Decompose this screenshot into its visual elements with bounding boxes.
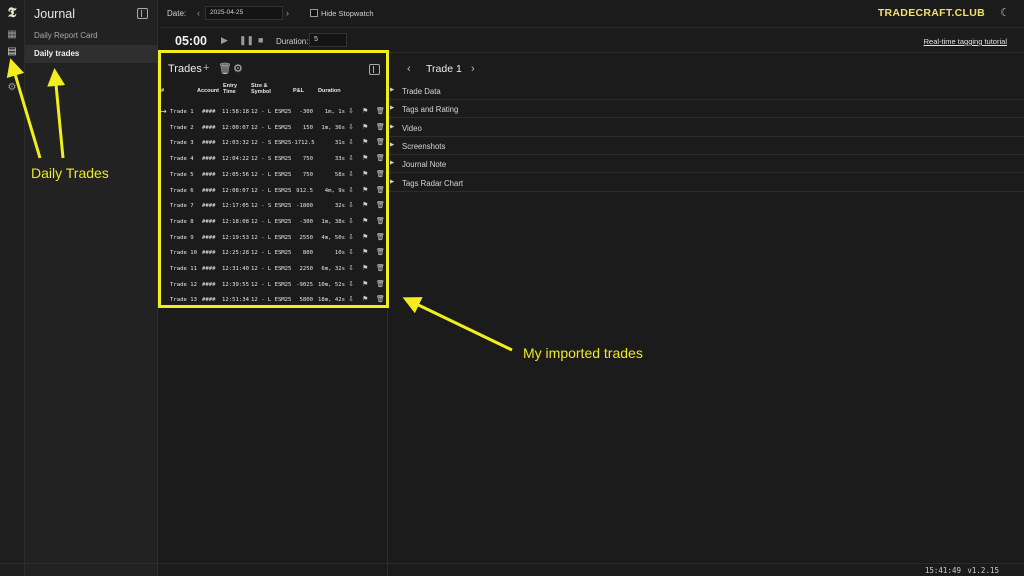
section-tags-and-rating[interactable]: ▶ Tags and Rating: [389, 100, 1024, 119]
logo-icon[interactable]: 𝕿: [4, 5, 20, 21]
date-input[interactable]: 2025-04-25: [205, 6, 283, 20]
duration-label: Duration:: [276, 37, 309, 46]
settings-icon[interactable]: ⚙: [5, 81, 19, 95]
stop-icon[interactable]: ■: [258, 35, 263, 45]
section-screenshots[interactable]: ▶ Screenshots: [389, 137, 1024, 155]
chevron-right-icon: ▶: [390, 123, 395, 130]
annotation-imported-trades: My imported trades: [523, 345, 643, 361]
next-trade-icon[interactable]: ›: [471, 63, 475, 75]
trade-title: Trade 1: [426, 63, 462, 75]
theme-toggle-icon[interactable]: ☾: [1000, 6, 1010, 19]
chevron-right-icon: ▶: [390, 178, 395, 185]
section-video[interactable]: ▶ Video: [389, 119, 1024, 137]
journal-icon[interactable]: ▤: [5, 45, 19, 59]
play-icon[interactable]: ▶: [221, 35, 228, 46]
top-bar: Date: ‹ 2025-04-25 › Hide Stopwatch TRAD…: [159, 0, 1024, 28]
section-label: Trade Data: [402, 87, 441, 96]
tutorial-link[interactable]: Real-time tagging tutorial: [924, 37, 1007, 46]
section-label: Tags and Rating: [402, 105, 459, 115]
sidebar-item-daily-trades[interactable]: Daily trades: [25, 45, 158, 63]
date-next-icon[interactable]: ›: [286, 8, 289, 18]
section-trade-data[interactable]: ▶ Trade Data: [389, 82, 1024, 100]
app-version: v1.2.15: [967, 566, 999, 575]
date-label: Date:: [167, 9, 187, 18]
status-bar: 15:41:49 v1.2.15: [0, 563, 1024, 576]
date-prev-icon[interactable]: ‹: [197, 8, 200, 18]
hide-stopwatch-label: Hide Stopwatch: [321, 9, 374, 18]
sidebar-item-daily-report-card[interactable]: Daily Report Card: [25, 27, 158, 45]
prev-trade-icon[interactable]: ‹: [407, 63, 411, 75]
chevron-right-icon: ▶: [390, 87, 395, 93]
stopwatch-time: 05:00: [175, 34, 207, 48]
section-label: Video: [402, 123, 422, 133]
chevron-right-icon: ▶: [390, 105, 395, 112]
annotation-highlight-box: [158, 50, 389, 308]
brand-logo: TRADECRAFT.CLUB: [877, 7, 985, 19]
app-window: 𝕿 ▦ ▤ ▯ ⚙ Journal Daily Report Card Dail…: [0, 0, 1024, 576]
sidebar-collapse-icon[interactable]: [137, 8, 148, 19]
chevron-right-icon: ▶: [390, 160, 395, 167]
book-icon[interactable]: ▯: [5, 63, 19, 77]
section-label: Journal Note: [402, 160, 447, 170]
chevron-right-icon: ▶: [390, 141, 395, 148]
section-label: Tags Radar Chart: [402, 178, 464, 188]
duration-input[interactable]: 5: [309, 33, 347, 47]
icon-rail: 𝕿 ▦ ▤ ▯ ⚙: [0, 0, 25, 576]
hide-stopwatch-checkbox[interactable]: [310, 9, 318, 17]
section-journal-note[interactable]: ▶ Journal Note: [389, 155, 1024, 174]
annotation-daily-trades: Daily Trades: [31, 165, 109, 181]
pause-icon[interactable]: ❚❚: [239, 35, 254, 46]
journal-sidebar: Journal Daily Report Card Daily trades: [25, 0, 158, 576]
status-clock: 15:41:49: [924, 566, 961, 575]
section-tags-radar-chart[interactable]: ▶ Tags Radar Chart: [389, 174, 1024, 192]
section-label: Screenshots: [402, 141, 446, 151]
sidebar-title: Journal: [34, 7, 75, 21]
trade-detail-panel: ‹ Trade 1 › ▶ Trade Data ▶ Tags and Rating ▶…: [389, 53, 1024, 563]
dashboard-icon[interactable]: ▦: [5, 28, 19, 42]
